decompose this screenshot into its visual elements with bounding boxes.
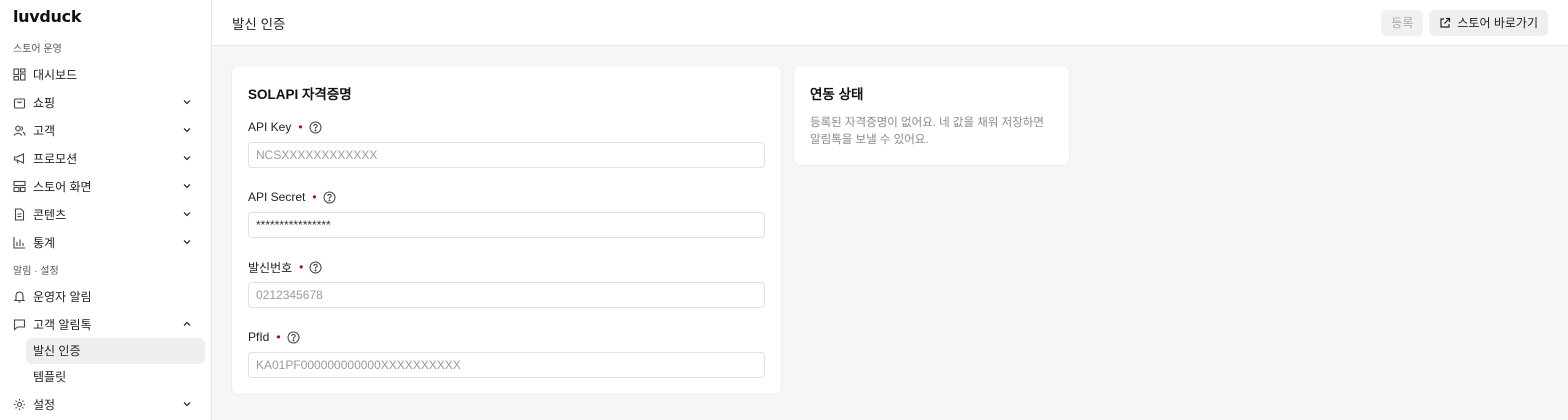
field-label-text: API Secret (248, 190, 306, 204)
field-label-pfid: PfId • (248, 330, 765, 344)
document-icon (13, 207, 26, 221)
status-message: 등록된 자격증명이 없어요. 네 값을 채워 저장하면 알림톡을 보낼 수 있어… (810, 117, 1044, 146)
top-bar: 발신 인증 등록 스토어 바로가기 (212, 0, 1568, 46)
credentials-title: SOLAPI 자격증명 (248, 87, 352, 102)
message-icon (13, 318, 26, 331)
dashboard-icon (13, 67, 26, 81)
sidebar-item-admin-alerts[interactable]: 운영자 알림 (6, 282, 205, 310)
users-icon (13, 124, 26, 137)
api-key-input[interactable] (248, 142, 765, 168)
sidebar-item-label: 운영자 알림 (33, 289, 92, 304)
required-mark: • (299, 260, 304, 274)
sidebar-item-store-screen[interactable]: 스토어 화면 (6, 172, 205, 200)
help-icon[interactable] (287, 331, 300, 344)
sidebar-subitem-template[interactable]: 템플릿 (26, 364, 205, 390)
bar-chart-icon (13, 236, 26, 249)
main-area: 발신 인증 등록 스토어 바로가기 SOLAPI 자격증명 API Key • (212, 0, 1568, 420)
chevron-down-icon (181, 96, 193, 108)
sidebar-item-statistics[interactable]: 통계 (6, 228, 205, 256)
field-label-text: PfId (248, 330, 270, 344)
sidebar-item-dashboard[interactable]: 대시보드 (6, 60, 205, 88)
content-area: SOLAPI 자격증명 API Key • API Secret • 발신번호 … (212, 46, 1568, 394)
sidebar-subitem-sender-auth[interactable]: 발신 인증 (26, 338, 205, 364)
chevron-down-icon (181, 208, 193, 220)
sender-number-input[interactable] (248, 282, 765, 308)
store-link-button[interactable]: 스토어 바로가기 (1429, 9, 1548, 36)
credentials-card: SOLAPI 자격증명 API Key • API Secret • 발신번호 … (232, 66, 781, 394)
register-button[interactable]: 등록 (1381, 9, 1424, 36)
help-icon[interactable] (309, 261, 322, 274)
sidebar-item-label: 프로모션 (33, 151, 78, 166)
bell-icon (13, 290, 26, 303)
chevron-down-icon (181, 398, 193, 410)
required-mark: • (276, 330, 281, 344)
sidebar-item-label: 대시보드 (33, 67, 78, 82)
section-label-store: 스토어 운영 (13, 44, 62, 55)
chevron-down-icon (181, 124, 193, 136)
field-label-api-secret: API Secret • (248, 190, 765, 204)
section-label-settings: 알림 · 설정 (13, 266, 59, 277)
api-secret-input[interactable] (248, 212, 765, 238)
sidebar-item-label: 스토어 화면 (33, 179, 92, 194)
field-label-text: API Key (248, 120, 292, 134)
required-mark: • (298, 120, 303, 134)
connection-status-card: 연동 상태 등록된 자격증명이 없어요. 네 값을 채워 저장하면 알림톡을 보… (794, 66, 1069, 165)
brand-logo[interactable]: luvduck (6, 8, 205, 26)
help-icon[interactable] (309, 121, 322, 134)
store-link-label: 스토어 바로가기 (1457, 16, 1538, 30)
sidebar-item-shopping[interactable]: 쇼핑 (6, 88, 205, 116)
sidebar-item-label: 설정 (33, 397, 56, 412)
gear-icon (13, 398, 26, 411)
sidebar-item-customer-alimtalk[interactable]: 고객 알림톡 (6, 310, 205, 338)
required-mark: • (312, 190, 317, 204)
sidebar-item-label: 고객 (33, 123, 56, 138)
chevron-down-icon (181, 152, 193, 164)
field-label-text: 발신번호 (248, 260, 293, 275)
pfid-input[interactable] (248, 352, 765, 378)
sidebar: luvduck 스토어 운영 대시보드 쇼핑 고객 프로모션 스토어 화면 콘텐… (0, 0, 212, 420)
sidebar-item-settings[interactable]: 설정 (6, 390, 205, 418)
sidebar-item-promotion[interactable]: 프로모션 (6, 144, 205, 172)
chevron-down-icon (181, 236, 193, 248)
page-title: 발신 인증 (232, 16, 286, 32)
external-link-icon (1439, 17, 1451, 29)
shopping-bag-icon (13, 96, 26, 109)
status-title: 연동 상태 (810, 87, 864, 102)
layout-icon (13, 180, 26, 193)
megaphone-icon (13, 152, 26, 165)
field-label-sender-number: 발신번호 • (248, 260, 765, 275)
sidebar-item-customers[interactable]: 고객 (6, 116, 205, 144)
sidebar-item-label: 통계 (33, 235, 56, 250)
chevron-down-icon (181, 180, 193, 192)
chevron-up-icon (181, 318, 193, 330)
sidebar-item-label: 쇼핑 (33, 95, 56, 110)
sidebar-item-label: 고객 알림톡 (33, 317, 92, 332)
sidebar-item-label: 콘텐츠 (33, 207, 67, 222)
field-label-api-key: API Key • (248, 120, 765, 134)
help-icon[interactable] (323, 191, 336, 204)
sidebar-item-content[interactable]: 콘텐츠 (6, 200, 205, 228)
